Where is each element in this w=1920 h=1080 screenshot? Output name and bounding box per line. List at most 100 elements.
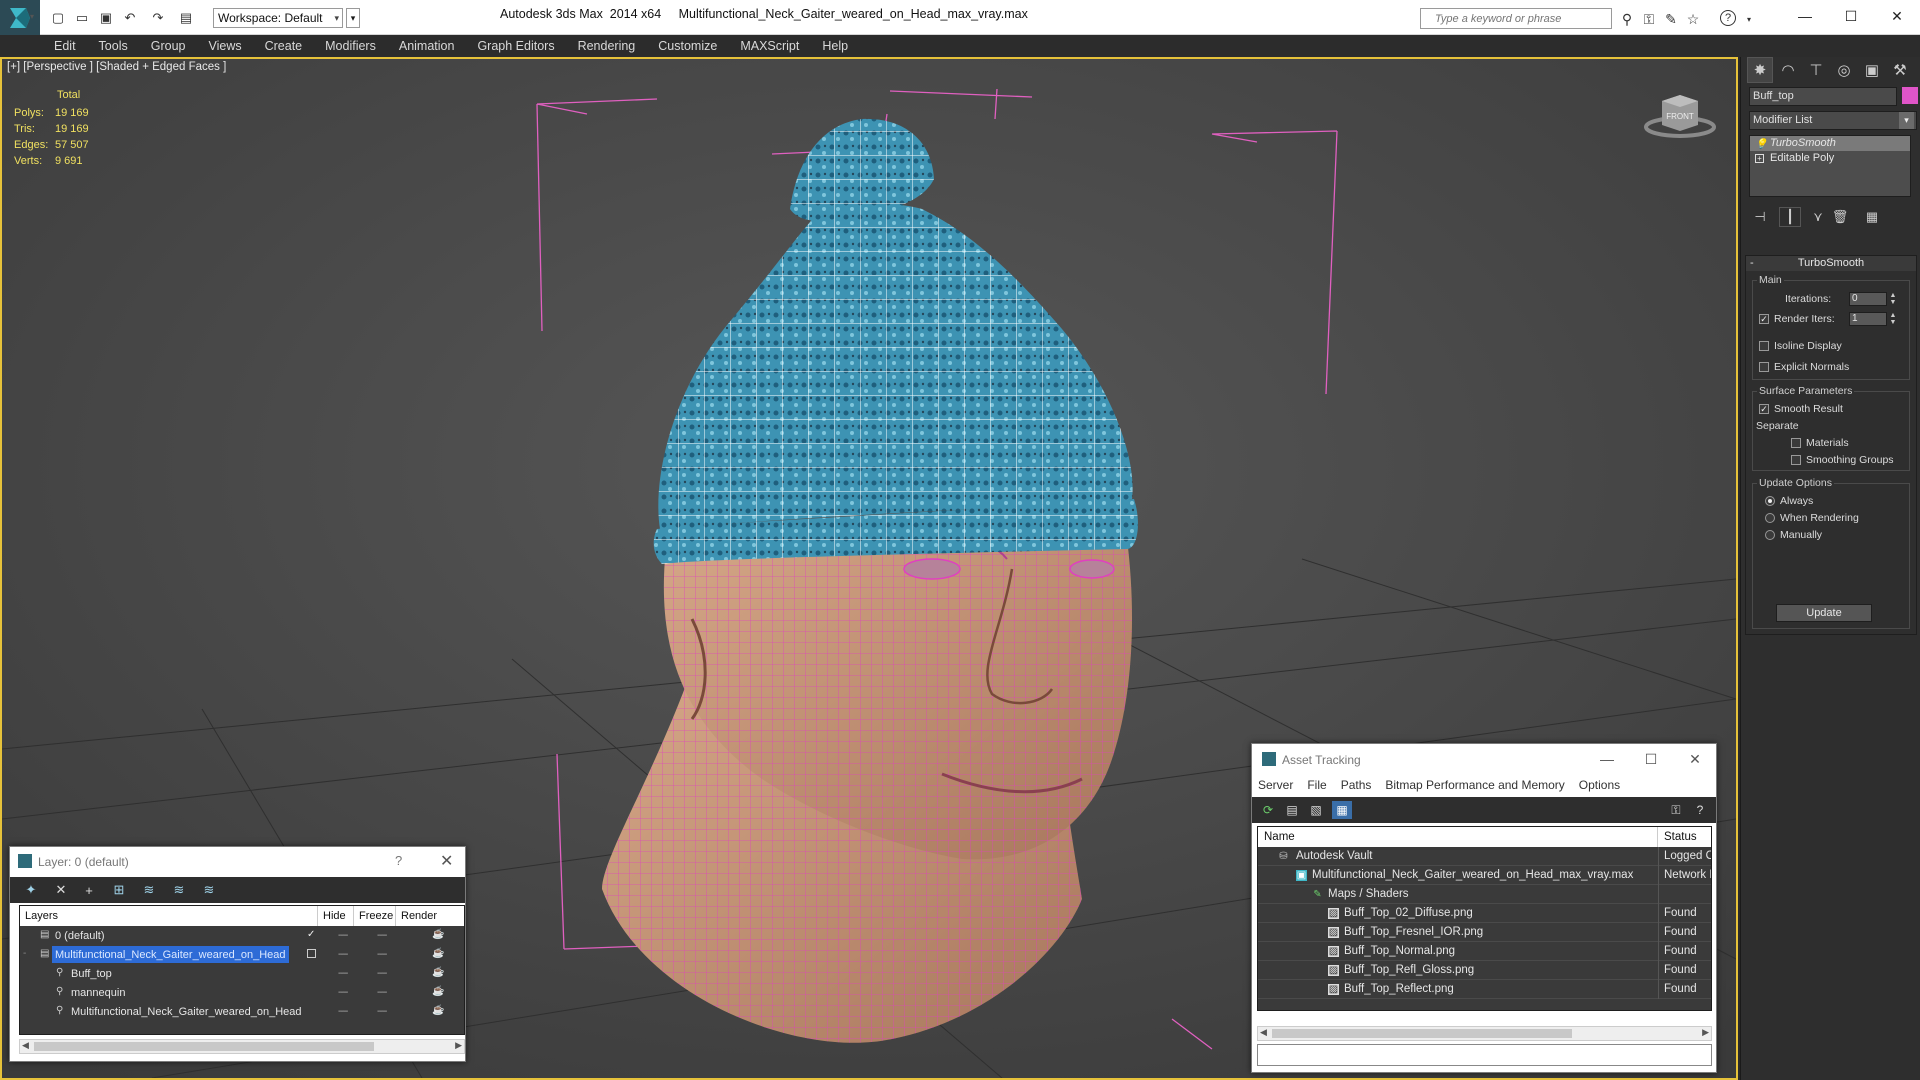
horizontal-scrollbar[interactable]: ◀ ▶ [1257, 1026, 1712, 1041]
smoothing-groups-checkbox[interactable] [1791, 455, 1801, 465]
help-icon[interactable]: ? [1690, 801, 1710, 819]
freeze-toggle[interactable]: ---- [377, 926, 387, 945]
manually-radio[interactable] [1765, 530, 1775, 540]
menu-tools[interactable]: Tools [99, 39, 128, 53]
pin-stack-icon[interactable]: ⊣ [1749, 207, 1771, 227]
asset-menu-file[interactable]: File [1307, 778, 1326, 792]
menu-modifiers[interactable]: Modifiers [325, 39, 376, 53]
when-rendering-radio[interactable] [1765, 513, 1775, 523]
hide-toggle[interactable]: ---- [338, 964, 348, 983]
menu-graph-editors[interactable]: Graph Editors [477, 39, 554, 53]
freeze-toggle[interactable]: ---- [377, 964, 387, 983]
layer-row[interactable]: - ▤ Multifunctional_Neck_Gaiter_weared_o… [20, 945, 464, 964]
spinner-arrows-icon[interactable]: ▲ ▼ [1889, 292, 1897, 306]
delete-layer-icon[interactable]: ✕ [50, 881, 72, 899]
scrollbar-thumb[interactable] [1272, 1029, 1572, 1038]
menu-rendering[interactable]: Rendering [578, 39, 636, 53]
asset-row[interactable]: ✎ Maps / Shaders [1258, 885, 1711, 904]
menu-create[interactable]: Create [265, 39, 303, 53]
scroll-left-icon[interactable]: ◀ [1260, 1027, 1267, 1038]
collapse-icon[interactable]: - [23, 949, 33, 959]
freeze-toggle[interactable]: ---- [377, 1002, 387, 1021]
close-icon[interactable]: ✕ [1680, 748, 1710, 770]
asset-row[interactable]: ▣ Multifunctional_Neck_Gaiter_weared_on_… [1258, 866, 1711, 885]
asset-row[interactable]: ▨ Buff_Top_Reflect.png Found [1258, 980, 1711, 999]
smooth-result-checkbox[interactable]: ✓ [1759, 404, 1769, 414]
remove-modifier-icon[interactable]: 🗑 [1829, 207, 1851, 227]
layer-row[interactable]: ⚲ mannequin ---- ---- ☕ [20, 983, 464, 1002]
render-iters-checkbox[interactable]: ✓ [1759, 314, 1769, 324]
layer-name[interactable]: Multifunctional_Neck_Gaiter_weared_on_He… [52, 946, 289, 963]
hide-toggle[interactable]: ---- [338, 945, 348, 964]
redo-icon[interactable]: ↷ [148, 8, 168, 28]
help-icon[interactable]: ? [1720, 10, 1736, 26]
horizontal-scrollbar[interactable]: ◀ ▶ [19, 1039, 465, 1054]
menu-animation[interactable]: Animation [399, 39, 455, 53]
layer-object-name[interactable]: Buff_top [68, 965, 115, 982]
layer-object-name[interactable]: Multifunctional_Neck_Gaiter_weared_on_He… [68, 1003, 305, 1020]
viewport-label[interactable]: [+] [Perspective ] [Shaded + Edged Faces… [7, 61, 226, 73]
isoline-display-checkbox[interactable] [1759, 341, 1769, 351]
render-teapot-icon[interactable]: ☕ [432, 930, 444, 940]
help-menu-arrow-icon[interactable]: ▾ [1740, 10, 1758, 28]
materials-checkbox[interactable] [1791, 438, 1801, 448]
lightbulb-icon[interactable]: 💡 [1755, 137, 1767, 152]
explicit-normals-checkbox[interactable] [1759, 362, 1769, 372]
column-header-name[interactable]: Name [1258, 827, 1658, 847]
asset-menu-bitmap-performance[interactable]: Bitmap Performance and Memory [1385, 778, 1564, 792]
column-header-status[interactable]: Status [1658, 827, 1711, 847]
asset-row[interactable]: ▨ Buff_Top_Normal.png Found [1258, 942, 1711, 961]
search-box[interactable] [1420, 8, 1612, 29]
communication-icon[interactable]: ✎ [1662, 10, 1680, 28]
current-layer-check-icon[interactable]: ✓ [307, 930, 317, 940]
asset-menu-options[interactable]: Options [1579, 778, 1620, 792]
save-icon[interactable]: ▣ [96, 8, 116, 28]
asset-row[interactable]: ▨ Buff_Top_Refl_Gloss.png Found [1258, 961, 1711, 980]
render-teapot-icon[interactable]: ☕ [432, 968, 444, 978]
asset-row[interactable]: ▨ Buff_Top_Fresnel_IOR.png Found [1258, 923, 1711, 942]
layer-dialog-titlebar[interactable]: Layer: 0 (default) ? ✕ [10, 847, 465, 877]
scrollbar-thumb[interactable] [34, 1042, 374, 1051]
search-input[interactable] [1421, 9, 1599, 28]
asset-menu-paths[interactable]: Paths [1341, 778, 1372, 792]
hide-toggle[interactable]: ---- [338, 926, 348, 945]
asset-row[interactable]: ▨ Buff_Top_02_Diffuse.png Found [1258, 904, 1711, 923]
scroll-left-icon[interactable]: ◀ [22, 1040, 29, 1051]
scroll-right-icon[interactable]: ▶ [1702, 1027, 1709, 1038]
table-view-icon[interactable]: ▦ [1332, 801, 1352, 819]
add-to-layer-icon[interactable]: + [78, 881, 100, 899]
hide-all-icon[interactable]: ≋ [168, 881, 190, 899]
layer-name[interactable]: 0 (default) [52, 927, 108, 944]
highlight-layer-icon[interactable]: ≋ [138, 881, 160, 899]
freeze-toggle[interactable]: ---- [377, 945, 387, 964]
scroll-right-icon[interactable]: ▶ [455, 1040, 462, 1051]
hierarchy-tab-icon[interactable]: ⊤ [1803, 57, 1829, 83]
modifier-list-dropdown[interactable]: Modifier List ▾ [1749, 111, 1917, 130]
subscription-icon[interactable]: ⚿ [1640, 10, 1658, 28]
column-header-render[interactable]: Render [396, 906, 464, 926]
favorites-star-icon[interactable]: ☆ [1684, 10, 1702, 28]
freeze-toggle[interactable]: ---- [377, 983, 387, 1002]
thumbnail-view-icon[interactable]: ▧ [1306, 801, 1326, 819]
column-header-freeze[interactable]: Freeze [354, 906, 396, 926]
column-header-layers[interactable]: Layers [20, 906, 318, 926]
asset-menu-server[interactable]: Server [1258, 778, 1293, 792]
configure-modifier-sets-icon[interactable]: ▦ [1861, 207, 1883, 227]
rollout-header[interactable]: - TurboSmooth [1746, 256, 1916, 271]
workspace-select[interactable]: Workspace: Default ▾ [213, 8, 343, 28]
project-folder-icon[interactable]: ▤ [176, 8, 196, 28]
modify-tab-icon[interactable]: ◠ [1775, 57, 1801, 83]
refresh-icon[interactable]: ⟳ [1258, 801, 1278, 819]
hide-toggle[interactable]: ---- [338, 983, 348, 1002]
show-end-result-icon[interactable]: ┃ [1779, 207, 1801, 227]
workspace-menu-button[interactable]: ▾ [346, 8, 360, 28]
open-file-icon[interactable]: ▭ [72, 8, 92, 28]
make-unique-icon[interactable]: ⋎ [1807, 207, 1829, 227]
undo-icon[interactable]: ↶ [120, 8, 140, 28]
layer-object-name[interactable]: mannequin [68, 984, 128, 1001]
spinner-arrows-icon[interactable]: ▲ ▼ [1889, 312, 1897, 326]
minimize-button[interactable]: — [1782, 0, 1828, 32]
render-teapot-icon[interactable]: ☕ [432, 987, 444, 997]
menu-maxscript[interactable]: MAXScript [740, 39, 799, 53]
viewcube[interactable]: FRONT [1642, 87, 1718, 146]
